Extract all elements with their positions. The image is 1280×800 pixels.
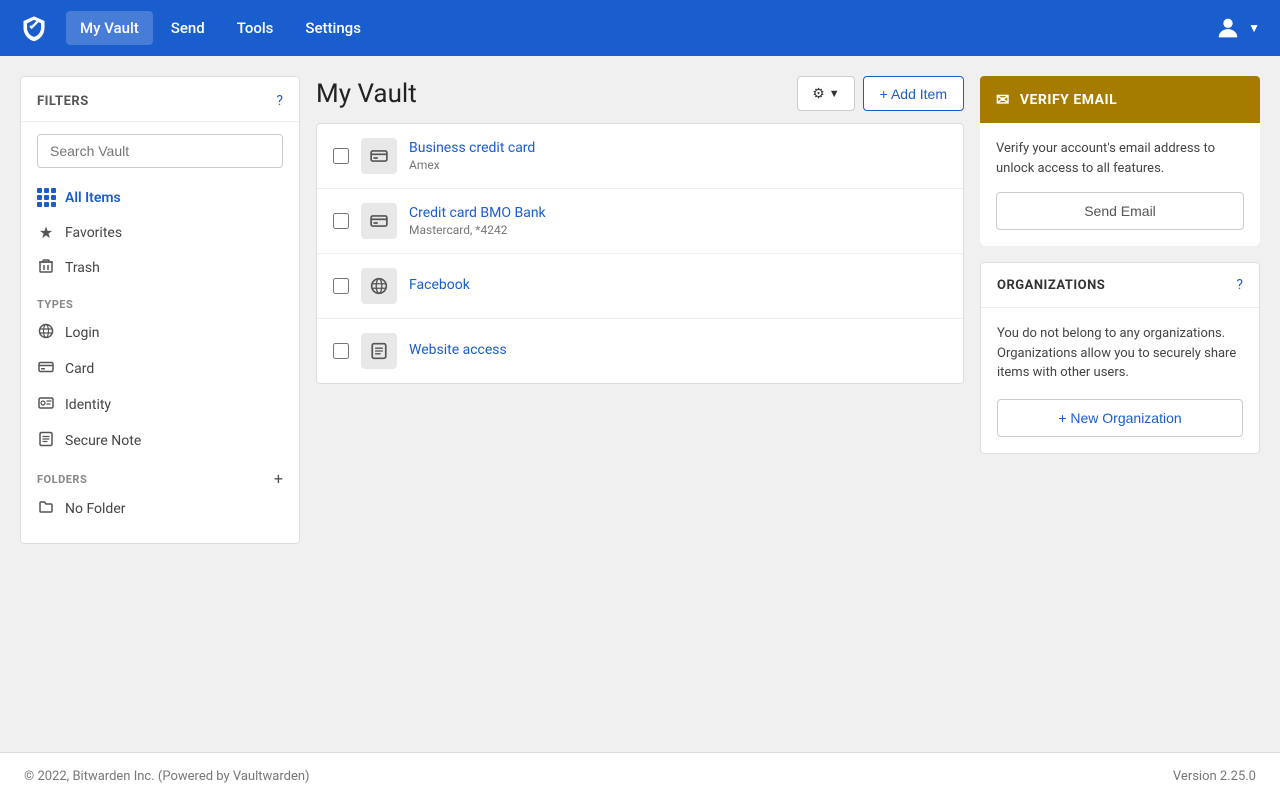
sidebar-item-no-folder[interactable]: No Folder	[21, 491, 299, 527]
types-section-label: TYPES	[21, 286, 299, 315]
org-card-body: You do not belong to any organizations. …	[981, 308, 1259, 453]
content-actions: ⚙ ▼ + Add Item	[797, 76, 964, 111]
verify-email-card: ✉ VERIFY EMAIL Verify your account's ema…	[980, 76, 1260, 246]
user-menu[interactable]: ▼	[1214, 14, 1260, 42]
sidebar-main-nav: All Items ★ Favorites Trash	[21, 180, 299, 286]
sidebar-item-label: Card	[65, 361, 94, 377]
right-panel: ✉ VERIFY EMAIL Verify your account's ema…	[980, 76, 1260, 454]
settings-button[interactable]: ⚙ ▼	[797, 76, 854, 111]
item-info: Business credit card Amex	[409, 140, 947, 172]
sidebar-folders-nav: No Folder	[21, 491, 299, 527]
organizations-card: ORGANIZATIONS ? You do not belong to any…	[980, 262, 1260, 454]
sidebar-item-label: Trash	[65, 260, 100, 276]
item-info: Facebook	[409, 277, 947, 295]
sidebar-item-card[interactable]: Card	[21, 351, 299, 387]
sidebar-header: FILTERS ?	[21, 93, 299, 122]
verify-email-text: Verify your account's email address to u…	[996, 139, 1244, 178]
search-box	[37, 134, 283, 168]
settings-dropdown-arrow: ▼	[829, 88, 840, 100]
vault-list: Business credit card Amex Credit card BM…	[316, 123, 964, 384]
item-subtitle: Mastercard, *4242	[409, 223, 947, 237]
verify-email-title: VERIFY EMAIL	[1020, 92, 1117, 108]
add-folder-button[interactable]: +	[274, 471, 283, 487]
footer-version: Version 2.25.0	[1173, 769, 1256, 784]
org-card-header: ORGANIZATIONS ?	[981, 263, 1259, 308]
trash-icon	[37, 258, 55, 278]
card-icon	[37, 359, 55, 379]
item-name[interactable]: Credit card BMO Bank	[409, 205, 546, 221]
folders-section: FOLDERS +	[21, 459, 299, 491]
note-icon	[37, 431, 55, 451]
item-name[interactable]: Website access	[409, 342, 507, 358]
sidebar-item-label: Secure Note	[65, 433, 141, 449]
sidebar-types-nav: Login Card	[21, 315, 299, 459]
sidebar-item-login[interactable]: Login	[21, 315, 299, 351]
sidebar: FILTERS ? All Items ★ Favorites	[20, 76, 300, 544]
filters-label: FILTERS	[37, 94, 89, 109]
item-checkbox[interactable]	[333, 278, 349, 294]
sidebar-item-trash[interactable]: Trash	[21, 250, 299, 286]
verify-email-body: Verify your account's email address to u…	[980, 123, 1260, 246]
sidebar-item-label: Login	[65, 325, 100, 341]
item-name[interactable]: Business credit card	[409, 140, 535, 156]
sidebar-item-label: Favorites	[65, 225, 122, 241]
gear-icon: ⚙	[812, 85, 825, 102]
item-type-icon	[361, 203, 397, 239]
nav-tools[interactable]: Tools	[223, 11, 288, 45]
star-icon: ★	[37, 223, 55, 242]
item-info: Website access	[409, 342, 947, 360]
table-row: Credit card BMO Bank Mastercard, *4242	[317, 189, 963, 254]
folders-label: FOLDERS	[37, 473, 87, 486]
item-type-icon	[361, 333, 397, 369]
item-checkbox[interactable]	[333, 213, 349, 229]
sidebar-item-secure-note[interactable]: Secure Note	[21, 423, 299, 459]
content-header: My Vault ⚙ ▼ + Add Item	[316, 76, 964, 111]
top-navigation: My Vault Send Tools Settings ▼	[0, 0, 1280, 56]
app-logo[interactable]	[20, 14, 48, 42]
main-content: My Vault ⚙ ▼ + Add Item	[316, 76, 964, 732]
nav-settings[interactable]: Settings	[291, 11, 375, 45]
table-row: Facebook	[317, 254, 963, 319]
table-row: Business credit card Amex	[317, 124, 963, 189]
nav-send[interactable]: Send	[157, 11, 219, 45]
nav-links: My Vault Send Tools Settings	[66, 11, 1214, 45]
main-container: FILTERS ? All Items ★ Favorites	[0, 56, 1280, 752]
grid-icon	[37, 188, 55, 207]
email-icon: ✉	[996, 90, 1010, 109]
sidebar-item-identity[interactable]: Identity	[21, 387, 299, 423]
filters-help-icon[interactable]: ?	[276, 93, 283, 109]
globe-icon	[37, 323, 55, 343]
new-organization-button[interactable]: + New Organization	[997, 399, 1243, 437]
folder-icon	[37, 499, 55, 519]
sidebar-item-favorites[interactable]: ★ Favorites	[21, 215, 299, 250]
item-checkbox[interactable]	[333, 343, 349, 359]
item-checkbox[interactable]	[333, 148, 349, 164]
table-row: Website access	[317, 319, 963, 383]
sidebar-item-label: All Items	[65, 190, 121, 206]
footer: © 2022, Bitwarden Inc. (Powered by Vault…	[0, 752, 1280, 800]
item-info: Credit card BMO Bank Mastercard, *4242	[409, 205, 947, 237]
item-subtitle: Amex	[409, 158, 947, 172]
id-icon	[37, 395, 55, 415]
nav-my-vault[interactable]: My Vault	[66, 11, 153, 45]
send-email-button[interactable]: Send Email	[996, 192, 1244, 230]
sidebar-item-all-items[interactable]: All Items	[21, 180, 299, 215]
sidebar-item-label: No Folder	[65, 501, 126, 517]
org-help-icon[interactable]: ?	[1236, 277, 1243, 293]
item-type-icon	[361, 138, 397, 174]
org-card-text: You do not belong to any organizations. …	[997, 324, 1243, 383]
footer-copyright: © 2022, Bitwarden Inc. (Powered by Vault…	[24, 769, 310, 784]
page-title: My Vault	[316, 79, 417, 109]
verify-email-header: ✉ VERIFY EMAIL	[980, 76, 1260, 123]
item-type-icon	[361, 268, 397, 304]
sidebar-item-label: Identity	[65, 397, 111, 413]
search-input[interactable]	[37, 134, 283, 168]
org-card-title: ORGANIZATIONS	[997, 278, 1105, 293]
add-item-button[interactable]: + Add Item	[863, 76, 964, 111]
item-name[interactable]: Facebook	[409, 277, 470, 293]
